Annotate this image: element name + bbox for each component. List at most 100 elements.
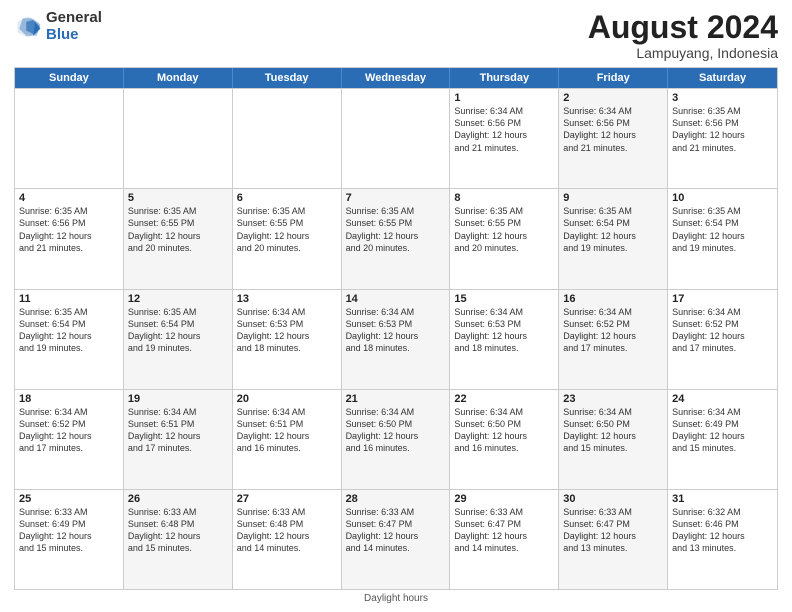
cell-info: Sunrise: 6:35 AM Sunset: 6:54 PM Dayligh… [563,205,663,254]
day-header: Tuesday [233,68,342,88]
day-number: 28 [346,493,446,505]
cell-info: Sunrise: 6:34 AM Sunset: 6:50 PM Dayligh… [454,406,554,455]
day-number: 19 [128,393,228,405]
calendar-cell: 2Sunrise: 6:34 AM Sunset: 6:56 PM Daylig… [559,89,668,188]
day-header: Thursday [450,68,559,88]
day-number: 16 [563,293,663,305]
cell-info: Sunrise: 6:35 AM Sunset: 6:54 PM Dayligh… [128,306,228,355]
cell-info: Sunrise: 6:34 AM Sunset: 6:53 PM Dayligh… [454,306,554,355]
calendar-cell: 31Sunrise: 6:32 AM Sunset: 6:46 PM Dayli… [668,490,777,589]
cell-info: Sunrise: 6:35 AM Sunset: 6:55 PM Dayligh… [128,205,228,254]
calendar-header-row: SundayMondayTuesdayWednesdayThursdayFrid… [15,68,777,88]
title-block: August 2024 Lampuyang, Indonesia [588,10,778,61]
month-year: August 2024 [588,10,778,45]
calendar-cell: 12Sunrise: 6:35 AM Sunset: 6:54 PM Dayli… [124,290,233,389]
calendar-week-row: 25Sunrise: 6:33 AM Sunset: 6:49 PM Dayli… [15,489,777,589]
calendar-cell: 23Sunrise: 6:34 AM Sunset: 6:50 PM Dayli… [559,390,668,489]
calendar-cell: 7Sunrise: 6:35 AM Sunset: 6:55 PM Daylig… [342,189,451,288]
calendar-cell: 22Sunrise: 6:34 AM Sunset: 6:50 PM Dayli… [450,390,559,489]
day-number: 24 [672,393,773,405]
cell-info: Sunrise: 6:34 AM Sunset: 6:52 PM Dayligh… [672,306,773,355]
calendar-cell: 30Sunrise: 6:33 AM Sunset: 6:47 PM Dayli… [559,490,668,589]
day-number: 7 [346,192,446,204]
calendar-cell: 1Sunrise: 6:34 AM Sunset: 6:56 PM Daylig… [450,89,559,188]
cell-info: Sunrise: 6:33 AM Sunset: 6:47 PM Dayligh… [454,506,554,555]
cell-info: Sunrise: 6:33 AM Sunset: 6:47 PM Dayligh… [563,506,663,555]
cell-info: Sunrise: 6:35 AM Sunset: 6:54 PM Dayligh… [19,306,119,355]
day-number: 26 [128,493,228,505]
day-number: 6 [237,192,337,204]
calendar-cell: 8Sunrise: 6:35 AM Sunset: 6:55 PM Daylig… [450,189,559,288]
calendar-cell: 10Sunrise: 6:35 AM Sunset: 6:54 PM Dayli… [668,189,777,288]
calendar-cell: 24Sunrise: 6:34 AM Sunset: 6:49 PM Dayli… [668,390,777,489]
calendar-week-row: 1 Sunrise: 6:34 AM Sunset: 6:56 PM Daylig… [15,88,777,188]
calendar-cell: 26Sunrise: 6:33 AM Sunset: 6:48 PM Dayli… [124,490,233,589]
calendar-cell: 25Sunrise: 6:33 AM Sunset: 6:49 PM Dayli… [15,490,124,589]
day-number: 10 [672,192,773,204]
day-number: 5 [128,192,228,204]
calendar-cell: 18Sunrise: 6:34 AM Sunset: 6:52 PM Dayli… [15,390,124,489]
calendar-cell: 13Sunrise: 6:34 AM Sunset: 6:53 PM Dayli… [233,290,342,389]
day-number: 4 [19,192,119,204]
calendar-cell: 3Sunrise: 6:35 AM Sunset: 6:56 PM Daylig… [668,89,777,188]
cell-info: Sunrise: 6:34 AM Sunset: 6:56 PM Dayligh… [563,105,663,154]
day-number: 9 [563,192,663,204]
calendar-cell [124,89,233,188]
day-header: Sunday [15,68,124,88]
logo-text: General Blue [46,10,102,43]
calendar-cell: 11Sunrise: 6:35 AM Sunset: 6:54 PM Dayli… [15,290,124,389]
calendar-cell [15,89,124,188]
day-number: 27 [237,493,337,505]
logo-icon [14,13,42,41]
cell-info: Sunrise: 6:35 AM Sunset: 6:55 PM Dayligh… [346,205,446,254]
day-number: 22 [454,393,554,405]
cell-info: Sunrise: 6:35 AM Sunset: 6:54 PM Dayligh… [672,205,773,254]
day-number: 8 [454,192,554,204]
calendar-cell: 17Sunrise: 6:34 AM Sunset: 6:52 PM Dayli… [668,290,777,389]
calendar-cell: 21Sunrise: 6:34 AM Sunset: 6:50 PM Dayli… [342,390,451,489]
cell-info: Sunrise: 6:34 AM Sunset: 6:51 PM Dayligh… [237,406,337,455]
day-header: Friday [559,68,668,88]
day-number: 31 [672,493,773,505]
cell-info: Sunrise: 6:34 AM Sunset: 6:49 PM Dayligh… [672,406,773,455]
day-number: 29 [454,493,554,505]
cell-info: Sunrise: 6:34 AM Sunset: 6:50 PM Dayligh… [346,406,446,455]
cell-info: Sunrise: 6:35 AM Sunset: 6:56 PM Dayligh… [672,105,773,154]
logo: General Blue [14,10,102,43]
cell-info: Sunrise: 6:35 AM Sunset: 6:56 PM Dayligh… [19,205,119,254]
calendar-cell [342,89,451,188]
calendar-cell: 20Sunrise: 6:34 AM Sunset: 6:51 PM Dayli… [233,390,342,489]
calendar-cell: 28Sunrise: 6:33 AM Sunset: 6:47 PM Dayli… [342,490,451,589]
cell-info: Sunrise: 6:33 AM Sunset: 6:49 PM Dayligh… [19,506,119,555]
cell-info: Sunrise: 6:35 AM Sunset: 6:55 PM Dayligh… [454,205,554,254]
day-number: 2 [563,92,663,104]
day-number: 18 [19,393,119,405]
cell-info: Sunrise: 6:32 AM Sunset: 6:46 PM Dayligh… [672,506,773,555]
calendar-cell: 16Sunrise: 6:34 AM Sunset: 6:52 PM Dayli… [559,290,668,389]
cell-info: Sunrise: 6:34 AM Sunset: 6:53 PM Dayligh… [346,306,446,355]
calendar: SundayMondayTuesdayWednesdayThursdayFrid… [14,67,778,590]
calendar-week-row: 4Sunrise: 6:35 AM Sunset: 6:56 PM Daylig… [15,188,777,288]
day-number: 3 [672,92,773,104]
day-header: Wednesday [342,68,451,88]
calendar-cell: 9Sunrise: 6:35 AM Sunset: 6:54 PM Daylig… [559,189,668,288]
calendar-week-row: 11Sunrise: 6:35 AM Sunset: 6:54 PM Dayli… [15,289,777,389]
day-number: 13 [237,293,337,305]
calendar-cell: 19Sunrise: 6:34 AM Sunset: 6:51 PM Dayli… [124,390,233,489]
day-header: Saturday [668,68,777,88]
cell-info: Sunrise: 6:34 AM Sunset: 6:50 PM Dayligh… [563,406,663,455]
calendar-cell: 15Sunrise: 6:34 AM Sunset: 6:53 PM Dayli… [450,290,559,389]
day-number: 23 [563,393,663,405]
logo-blue: Blue [46,27,102,44]
calendar-week-row: 18Sunrise: 6:34 AM Sunset: 6:52 PM Dayli… [15,389,777,489]
calendar-cell: 4Sunrise: 6:35 AM Sunset: 6:56 PM Daylig… [15,189,124,288]
day-number: 30 [563,493,663,505]
day-number: 1 [454,92,554,104]
day-number: 15 [454,293,554,305]
cell-info: Sunrise: 6:35 AM Sunset: 6:55 PM Dayligh… [237,205,337,254]
logo-general: General [46,10,102,27]
calendar-cell [233,89,342,188]
calendar-cell: 5Sunrise: 6:35 AM Sunset: 6:55 PM Daylig… [124,189,233,288]
footer-note: Daylight hours [14,593,778,604]
cell-info: Sunrise: 6:33 AM Sunset: 6:48 PM Dayligh… [237,506,337,555]
